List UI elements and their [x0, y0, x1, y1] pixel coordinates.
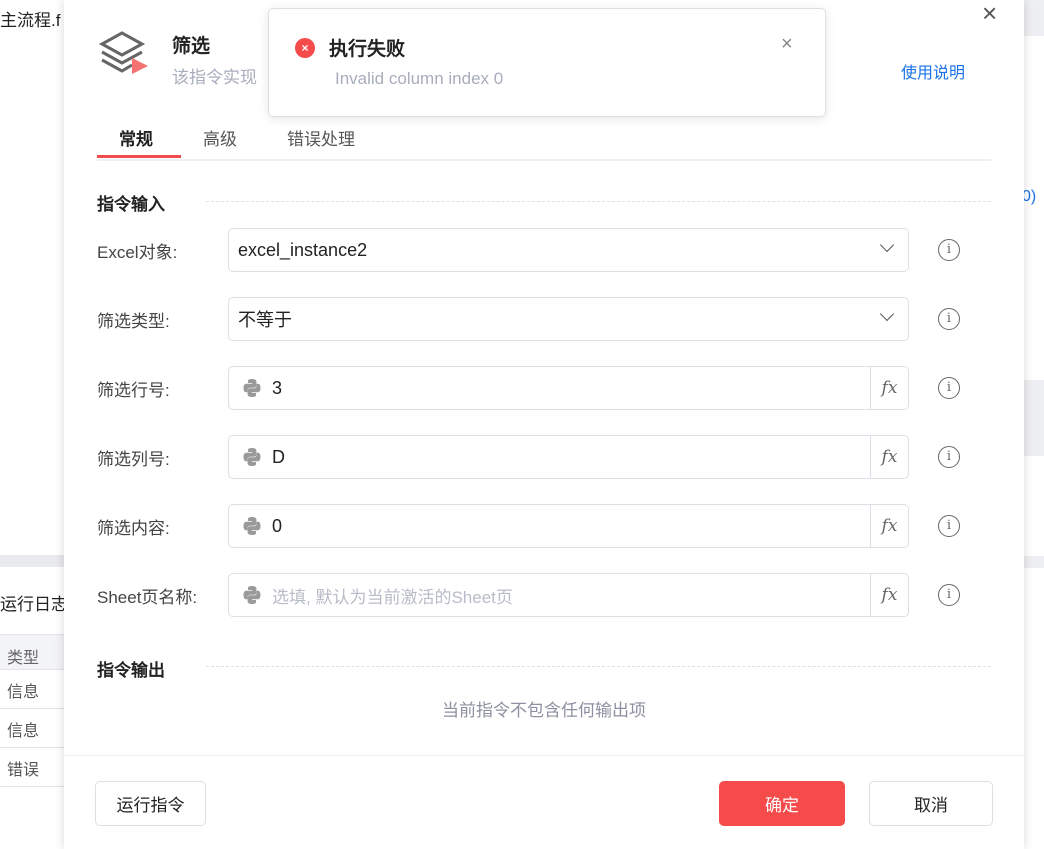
background-panel: [1024, 0, 1044, 36]
dialog-title: 筛选: [172, 36, 211, 57]
error-toast: × 执行失败 Invalid column index 0 ×: [268, 8, 826, 117]
info-icon[interactable]: i: [938, 446, 960, 468]
field-value: 不等于: [238, 310, 292, 330]
section-divider: [206, 201, 991, 202]
toast-close-icon[interactable]: ×: [781, 33, 793, 56]
fx-icon[interactable]: fx: [870, 367, 908, 409]
tab-error-handling[interactable]: 错误处理: [287, 125, 355, 150]
background-panel: [1024, 556, 1044, 568]
tab-advanced[interactable]: 高级: [203, 125, 237, 150]
python-icon: [243, 448, 261, 466]
field-placeholder: 选填, 默认为当前激活的Sheet页: [272, 587, 513, 607]
cancel-button[interactable]: 取消: [869, 781, 993, 826]
info-icon[interactable]: i: [938, 377, 960, 399]
field-value: 0: [272, 515, 283, 536]
log-row[interactable]: 错误: [0, 748, 70, 787]
python-icon: [243, 517, 261, 535]
layers-icon: [98, 31, 148, 74]
log-row[interactable]: 信息: [0, 670, 70, 709]
info-icon[interactable]: i: [938, 239, 960, 261]
info-icon[interactable]: i: [938, 308, 960, 330]
info-icon[interactable]: i: [938, 515, 960, 537]
background-band: [0, 555, 70, 567]
field-value: 3: [272, 377, 283, 398]
field-value: excel_instance2: [238, 239, 368, 260]
output-section-title: 指令输出: [97, 661, 165, 680]
field-label: Sheet页名称:: [97, 588, 198, 607]
input-section-title: 指令输入: [97, 195, 165, 214]
expression-input[interactable]: 3 fx: [228, 366, 909, 410]
chevron-down-icon[interactable]: [879, 306, 895, 322]
section-divider: [206, 666, 991, 667]
active-tab-indicator: [97, 155, 181, 158]
field-value: D: [272, 446, 285, 467]
field-label: 筛选类型:: [97, 312, 170, 331]
field-label: 筛选内容:: [97, 519, 170, 538]
log-row[interactable]: 信息: [0, 709, 70, 748]
expression-input[interactable]: 选填, 默认为当前激活的Sheet页 fx: [228, 573, 909, 617]
info-icon[interactable]: i: [938, 584, 960, 606]
tab-general[interactable]: 常规: [119, 125, 153, 150]
log-table-header: 类型: [0, 634, 70, 670]
python-icon: [243, 586, 261, 604]
field-label: Excel对象:: [97, 243, 178, 262]
field-label: 筛选行号:: [97, 381, 170, 400]
background-link-text: 0): [1022, 188, 1037, 205]
background-panel: [1024, 380, 1044, 456]
output-empty-text: 当前指令不包含任何输出项: [442, 701, 646, 720]
toast-title: 执行失败: [329, 39, 406, 60]
toast-message: Invalid column index 0: [335, 69, 504, 88]
expression-input[interactable]: 0 fx: [228, 504, 909, 548]
chevron-down-icon[interactable]: [879, 237, 895, 253]
run-command-button[interactable]: 运行指令: [95, 781, 206, 826]
fx-icon[interactable]: fx: [870, 574, 908, 616]
help-link[interactable]: 使用说明: [901, 59, 965, 83]
select-field[interactable]: excel_instance2: [228, 228, 909, 272]
filter-dialog: 筛选 该指令实现 使用说明 × 常规 高级 错误处理 指令输入 Excel对象:…: [64, 0, 1024, 849]
footer-divider: [64, 755, 1024, 756]
error-icon: ×: [295, 38, 315, 58]
confirm-button[interactable]: 确定: [719, 781, 845, 826]
fx-icon[interactable]: fx: [870, 436, 908, 478]
log-title: 运行日志: [0, 595, 68, 614]
file-title: 主流程.f: [0, 11, 61, 30]
dialog-subtitle: 该指令实现: [172, 68, 257, 87]
tabs-divider: [97, 159, 991, 161]
close-icon[interactable]: ×: [982, 0, 997, 29]
field-label: 筛选列号:: [97, 450, 170, 469]
fx-icon[interactable]: fx: [870, 505, 908, 547]
expression-input[interactable]: Dfx: [228, 435, 909, 479]
select-field[interactable]: 不等于: [228, 297, 909, 341]
python-icon: [243, 379, 261, 397]
